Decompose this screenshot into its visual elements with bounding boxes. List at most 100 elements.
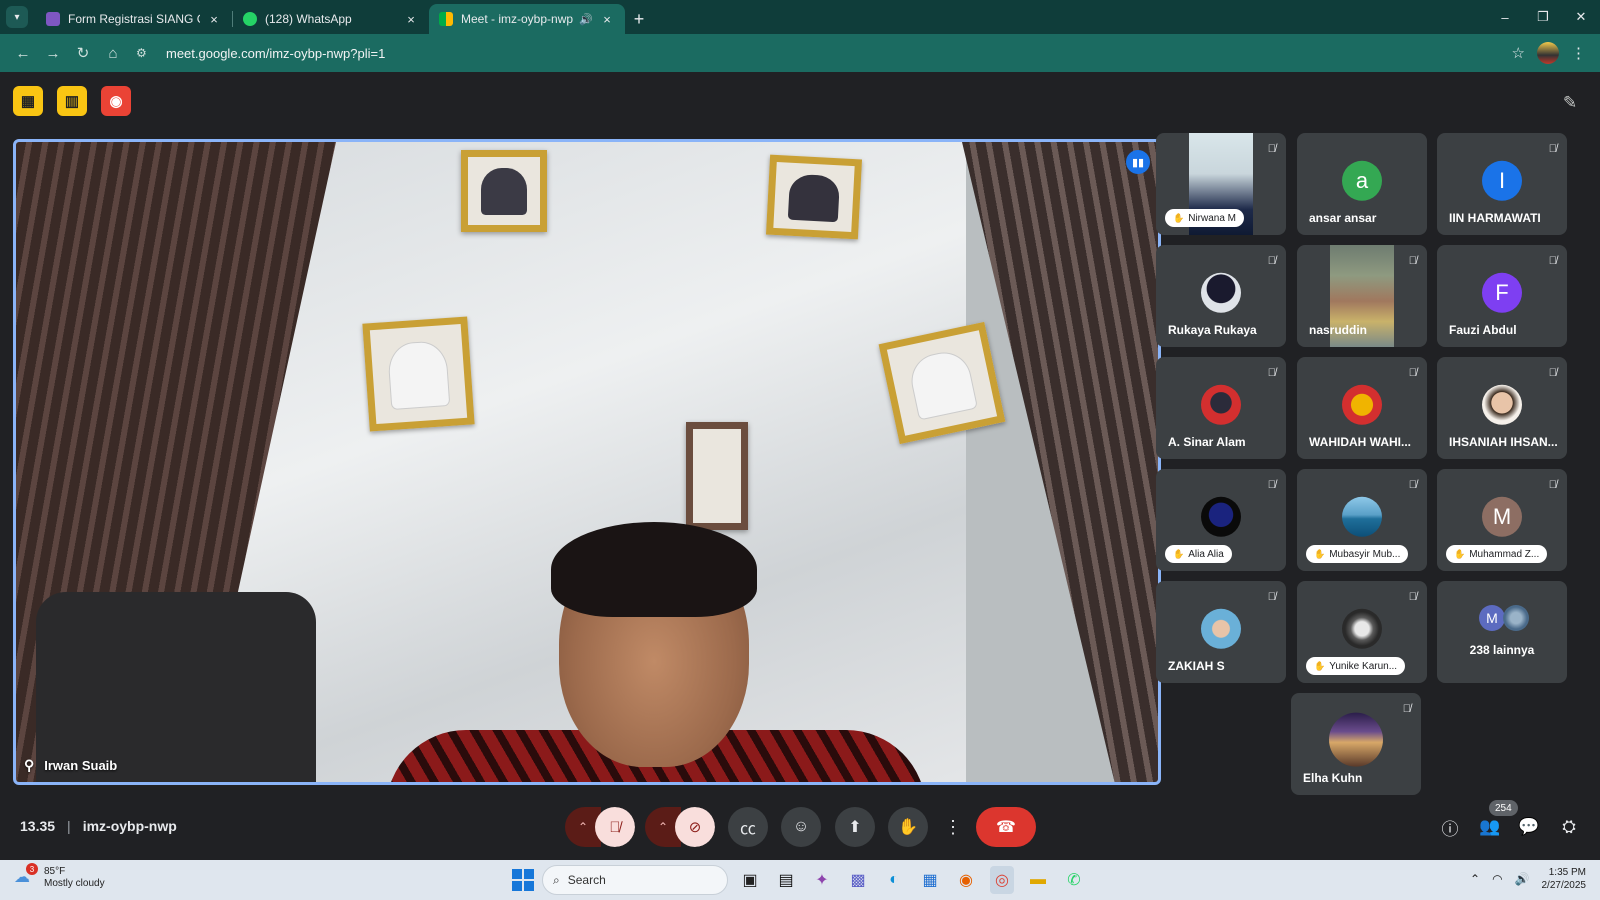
mic-off-icon: 🎙̸ — [1408, 479, 1417, 491]
copilot-icon[interactable]: ✦ — [810, 866, 834, 894]
captions-button[interactable]: ㏄ — [728, 807, 768, 847]
home-icon[interactable]: ⌂ — [98, 38, 128, 68]
portrait-frame — [765, 154, 863, 240]
meet-favicon-icon — [439, 12, 453, 26]
wifi-icon[interactable]: ◠ — [1492, 872, 1502, 886]
chrome-icon[interactable]: ◎ — [990, 866, 1014, 894]
participant-tile[interactable]: a ansar ansar — [1297, 133, 1427, 235]
main-speaker-video[interactable]: ▮▮ ⚲ Irwan Suaib — [13, 139, 1161, 785]
meeting-time: 13.35 — [20, 818, 56, 834]
emoji-reaction-button[interactable]: ☺ — [781, 807, 821, 847]
extension-attendance-icon[interactable]: ▥ — [57, 86, 87, 116]
participant-avatar: M — [1479, 605, 1505, 631]
restore-icon[interactable]: ❐ — [1524, 0, 1562, 34]
participant-tile[interactable]: 🎙̸ Elha Kuhn — [1291, 693, 1421, 795]
meeting-details-icon[interactable]: ⓘ — [1432, 810, 1468, 844]
participant-tile[interactable]: 🎙̸ nasruddin — [1297, 245, 1427, 347]
participant-tile[interactable]: 🎙̸ ✋ Mubasyir Mub... — [1297, 469, 1427, 571]
raise-hand-button[interactable]: ✋ — [888, 807, 928, 847]
tab-whatsapp[interactable]: (128) WhatsApp × — [233, 4, 429, 34]
tab-form-registrasi[interactable]: Form Registrasi SIANG GEG - K × — [36, 4, 232, 34]
record-icon[interactable]: ◉ — [101, 86, 131, 116]
file-explorer-icon[interactable]: ▬ — [1026, 866, 1050, 894]
browser-tab-bar: ▾ Form Registrasi SIANG GEG - K × (128) … — [0, 0, 1600, 34]
chat-icon[interactable]: 💬 — [1511, 810, 1547, 844]
forward-icon[interactable]: → — [38, 38, 68, 68]
participant-tile[interactable]: 🎙̸ ✋ Alia Alia — [1156, 469, 1286, 571]
participant-tile[interactable]: 🎙̸ M ✋ Muhammad Z... — [1437, 469, 1567, 571]
taskbar-search[interactable]: ⌕ Search — [542, 865, 728, 895]
profile-avatar[interactable] — [1537, 42, 1559, 64]
mic-off-icon: 🎙̸ — [1548, 143, 1557, 155]
mic-off-icon: 🎙̸ — [1267, 479, 1276, 491]
tab-close-icon[interactable]: × — [403, 12, 419, 27]
participant-avatar — [1503, 605, 1529, 631]
whatsapp-icon[interactable]: ✆ — [1062, 866, 1086, 894]
widgets-icon[interactable]: ▤ — [774, 866, 798, 894]
participant-tile[interactable]: 🎙̸ ZAKIAH S — [1156, 581, 1286, 683]
participant-name-pill: ✋ Yunike Karun... — [1306, 657, 1406, 675]
tab-close-icon[interactable]: × — [599, 12, 615, 27]
windows-start-icon[interactable] — [512, 869, 534, 891]
participant-tile[interactable]: 🎙̸ IHSANIAH IHSAN... — [1437, 357, 1567, 459]
meeting-code: imz-oybp-nwp — [82, 818, 177, 834]
participant-tile[interactable]: 🎙̸ I IIN HARMAWATI — [1437, 133, 1567, 235]
mic-off-icon: 🎙̸ — [1402, 703, 1411, 715]
tray-chevron-icon[interactable]: ⌃ — [1470, 872, 1480, 886]
tab-close-icon[interactable]: × — [206, 12, 222, 27]
mic-off-icon: 🎙̸ — [1548, 367, 1557, 379]
reload-icon[interactable]: ↻ — [68, 38, 98, 68]
store-icon[interactable]: ▦ — [918, 866, 942, 894]
tab-title: Form Registrasi SIANG GEG - K — [68, 12, 200, 26]
extension-camera-off-icon[interactable]: ▦ — [13, 86, 43, 116]
more-options-icon[interactable]: ⋮ — [938, 807, 968, 847]
edge-icon[interactable]: ◐ — [882, 866, 906, 894]
mic-off-icon: 🎙̸ — [1408, 591, 1417, 603]
teams-icon[interactable]: ▩ — [846, 866, 870, 894]
mic-off-button[interactable]: 🎙̸ — [595, 807, 635, 847]
participant-name-pill: ✋ Nirwana M — [1165, 209, 1245, 227]
leave-call-button[interactable]: ☎ — [976, 807, 1036, 847]
participant-tile[interactable]: 🎙̸ Rukaya Rukaya — [1156, 245, 1286, 347]
firefox-icon[interactable]: ◉ — [954, 866, 978, 894]
mic-off-icon: 🎙̸ — [1548, 479, 1557, 491]
pen-icon[interactable]: ✎ — [1555, 88, 1585, 118]
participant-avatar — [1342, 608, 1382, 649]
participant-tile[interactable]: 🎙̸ WAHIDAH WAHI... — [1297, 357, 1427, 459]
tab-meet[interactable]: Meet - imz-oybp-nwp 🔊 × — [429, 4, 625, 34]
system-tray: ⌃ ◠ 🔊 1:35 PM 2/27/2025 — [1470, 866, 1586, 892]
window-controls: – ❐ ✕ — [1486, 0, 1600, 34]
activities-icon[interactable]: ⛭ — [1551, 810, 1587, 844]
others-tile[interactable]: M 238 lainnya — [1437, 581, 1567, 683]
site-info-icon[interactable]: ⚙ — [136, 46, 160, 60]
clock[interactable]: 1:35 PM 2/27/2025 — [1542, 866, 1587, 892]
camera-off-button[interactable]: ⊘ — [675, 807, 715, 847]
weather-widget[interactable]: ☁ 3 85°F Mostly cloudy — [14, 863, 105, 890]
new-tab-button[interactable]: + — [625, 4, 653, 34]
url-field[interactable]: ⚙ meet.google.com/imz-oybp-nwp?pli=1 — [136, 38, 1512, 68]
present-screen-button[interactable]: ⬆ — [835, 807, 875, 847]
tab-audio-icon[interactable]: 🔊 — [579, 13, 593, 26]
participant-tile[interactable]: 🎙̸ ✋ Nirwana M — [1156, 133, 1286, 235]
participant-name: WAHIDAH WAHI... — [1309, 435, 1411, 449]
task-view-icon[interactable]: ▣ — [738, 866, 762, 894]
whatsapp-favicon-icon — [243, 12, 257, 26]
minimize-icon[interactable]: – — [1486, 0, 1524, 34]
camera-control: ⌃ ⊘ — [645, 807, 715, 847]
close-window-icon[interactable]: ✕ — [1562, 0, 1600, 34]
volume-icon[interactable]: 🔊 — [1515, 872, 1530, 886]
participant-name: Elha Kuhn — [1303, 771, 1363, 785]
mic-off-icon: 🎙̸ — [1267, 255, 1276, 267]
browser-menu-icon[interactable]: ⋮ — [1571, 44, 1586, 62]
tab-search-icon[interactable]: ▾ — [6, 6, 28, 28]
clock-date: 2/27/2025 — [1541, 880, 1587, 891]
participant-tile[interactable]: 🎙̸ F Fauzi Abdul — [1437, 245, 1567, 347]
bookmark-star-icon[interactable]: ☆ — [1512, 44, 1525, 62]
hand-raised-icon: ✋ — [1454, 548, 1466, 559]
participant-tile[interactable]: 🎙̸ ✋ Yunike Karun... — [1297, 581, 1427, 683]
back-icon[interactable]: ← — [8, 38, 38, 68]
portrait-frame — [461, 150, 547, 232]
clock-time: 1:35 PM — [1548, 867, 1586, 878]
participant-tile[interactable]: 🎙̸ A. Sinar Alam — [1156, 357, 1286, 459]
pin-icon[interactable]: ⚲ — [24, 757, 34, 774]
